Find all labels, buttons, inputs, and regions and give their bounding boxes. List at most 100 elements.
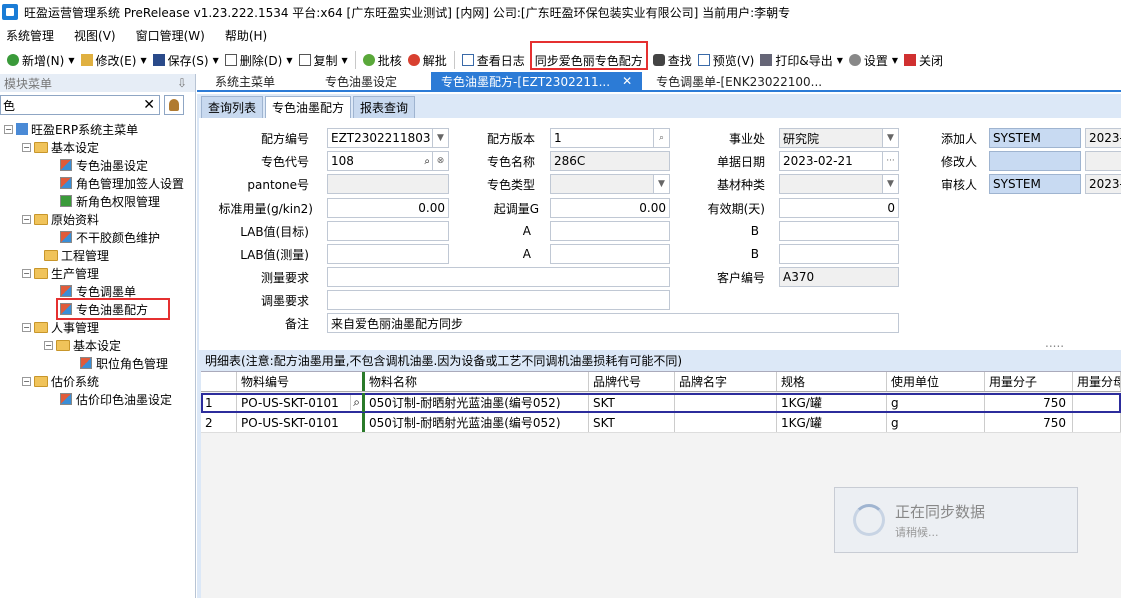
tree-hr-basic[interactable]: − 基本设定 — [44, 336, 121, 354]
lab-target-l-field[interactable] — [327, 221, 449, 241]
std-usage-label: 标准用量(g/kin2) — [218, 201, 313, 216]
table-row[interactable]: 1 PO-US-SKT-0101 ⌕ 050订制-耐晒射光蓝油墨(编号052) S… — [201, 393, 1121, 413]
close-tab-icon[interactable]: ✕ — [622, 74, 632, 88]
lab-measured-l-field[interactable] — [327, 244, 449, 264]
approve-button[interactable]: 批核 — [360, 48, 405, 72]
lab-target-b-field[interactable] — [779, 221, 899, 241]
spot-code-field[interactable]: 108 ⌕ ⊗ — [327, 151, 449, 171]
copy-button[interactable]: 复制 ▼ — [296, 48, 351, 72]
search-icon[interactable]: ⌕ — [350, 395, 360, 410]
delete-button[interactable]: 删除(D) ▼ — [222, 48, 296, 72]
collapse-icon[interactable]: − — [22, 376, 31, 386]
chevron-down-icon[interactable]: ▼ — [882, 175, 898, 193]
collapse-icon[interactable]: − — [22, 268, 31, 278]
form-icon — [60, 393, 72, 405]
sync-xrite-formula-button[interactable]: 同步爱色丽专色配方 — [529, 40, 648, 70]
formula-no-field[interactable]: EZT2302211803 ▼ — [327, 128, 449, 148]
col-brand-name[interactable]: 品牌名字 — [675, 372, 777, 391]
pantone-field[interactable] — [327, 174, 449, 194]
menu-help[interactable]: 帮助(H) — [225, 27, 267, 44]
tree-spot-ink-formula[interactable]: 专色油墨配方 — [56, 298, 170, 320]
app-icon — [2, 4, 18, 20]
table-row[interactable]: 2 PO-US-SKT-0101 050订制-耐晒射光蓝油墨(编号052) SK… — [201, 413, 1121, 433]
spot-name-label: 专色名称 — [486, 154, 535, 169]
settings-button[interactable]: 设置 ▼ — [846, 48, 901, 72]
pin-icon[interactable]: ⇩ — [177, 76, 187, 90]
tree-print-ink[interactable]: 估价印色油墨设定 — [60, 390, 172, 408]
chevron-down-icon[interactable]: ▼ — [653, 175, 669, 193]
user-icon-button[interactable] — [164, 95, 184, 115]
tab-report-query[interactable]: 报表查询 — [353, 96, 416, 118]
col-unit[interactable]: 使用单位 — [887, 372, 985, 391]
tree-engineering[interactable]: 工程管理 — [44, 246, 109, 264]
ellipsis-icon[interactable]: ··· — [882, 152, 898, 170]
menu-system[interactable]: 系统管理 — [6, 27, 54, 44]
tab-query-list[interactable]: 查询列表 — [201, 96, 264, 118]
col-material-no[interactable]: 物料编号 — [237, 372, 365, 391]
collapse-icon[interactable]: − — [22, 214, 31, 224]
lab-measured-a-field[interactable] — [550, 244, 670, 264]
lab-target-a-field[interactable] — [550, 221, 670, 241]
unapprove-button[interactable]: 解批 — [405, 48, 450, 72]
menu-window[interactable]: 窗口管理(W) — [136, 27, 205, 44]
tree-basic[interactable]: − 基本设定 — [22, 138, 99, 156]
measure-req-field[interactable] — [327, 267, 670, 287]
tab-main-menu[interactable]: 系统主菜单 — [197, 72, 315, 90]
col-spec[interactable]: 规格 — [777, 372, 887, 391]
gear-icon — [848, 54, 861, 66]
module-search-input[interactable]: 色 ✕ — [0, 95, 160, 115]
clear-icon[interactable]: ✕ — [143, 97, 155, 113]
close-button[interactable]: 关闭 — [901, 48, 946, 72]
search-icon[interactable]: ⌕ — [653, 129, 669, 147]
add-button[interactable]: 新增(N) ▼ — [4, 48, 78, 72]
spot-type-field[interactable]: ▼ — [550, 174, 670, 194]
tab-spot-ink-formula[interactable]: 专色油墨配方-[EZT2302211... ✕ — [431, 72, 643, 90]
col-material-name[interactable]: 物料名称 — [365, 372, 589, 391]
division-field[interactable]: 研究院 ▼ — [779, 128, 899, 148]
search-icon[interactable]: ⌕ — [424, 156, 430, 167]
col-brand-code[interactable]: 品牌代号 — [589, 372, 675, 391]
chevron-down-icon[interactable]: ▼ — [432, 129, 448, 147]
validity-field[interactable]: 0 — [779, 198, 899, 218]
chevron-down-icon: ▼ — [836, 55, 843, 65]
version-field[interactable]: 1 ⌕ — [550, 128, 670, 148]
tree-production[interactable]: − 生产管理 — [22, 264, 99, 282]
tree-raw-material[interactable]: − 原始资料 — [22, 210, 99, 228]
std-usage-field[interactable]: 0.00 — [327, 198, 449, 218]
tab-spot-mix-order[interactable]: 专色调墨单-[ENK23022100... — [642, 72, 832, 90]
tree-job-role[interactable]: 职位角色管理 — [80, 354, 168, 372]
substrate-field[interactable]: ▼ — [779, 174, 899, 194]
remark-field[interactable]: 来自爱色丽油墨配方同步 — [327, 313, 899, 333]
chevron-down-icon[interactable]: ▼ — [882, 129, 898, 147]
print-export-button[interactable]: 打印&导出 ▼ — [757, 48, 846, 72]
col-qty-numerator[interactable]: 用量分子 — [985, 372, 1073, 391]
find-button[interactable]: 查找 — [650, 48, 695, 72]
tab-spot-ink-setting[interactable]: 专色油墨设定 — [315, 72, 431, 90]
view-log-button[interactable]: 查看日志 — [459, 48, 528, 72]
tree-role-mgmt[interactable]: 角色管理加签人设置 — [60, 174, 184, 192]
tab-formula-detail[interactable]: 专色油墨配方 — [265, 96, 352, 118]
col-qty-denominator[interactable]: 用量分母 — [1073, 372, 1121, 391]
validity-label: 有效期(天) — [707, 201, 765, 216]
mix-req-field[interactable] — [327, 290, 670, 310]
menu-view[interactable]: 视图(V) — [74, 27, 116, 44]
collapse-icon[interactable]: − — [22, 142, 31, 152]
chevron-down-icon: ▼ — [891, 55, 899, 65]
tree-hr[interactable]: − 人事管理 — [22, 318, 99, 336]
collapse-icon[interactable]: − — [4, 124, 13, 134]
collapse-icon[interactable]: − — [44, 340, 53, 350]
tree-pricing[interactable]: − 估价系统 — [22, 372, 99, 390]
lab-measured-b-field[interactable] — [779, 244, 899, 264]
tree-spot-ink-setting[interactable]: 专色油墨设定 — [60, 156, 148, 174]
clear-icon[interactable]: ⊗ — [432, 152, 448, 170]
doc-date-field[interactable]: 2023-02-21 ··· — [779, 151, 899, 171]
module-menu-panel: 模块菜单 ⇩ 色 ✕ − 旺盈ERP系统主菜单 − 基本设定 专色油墨设定 角色管理加签… — [0, 74, 196, 598]
edit-button[interactable]: 修改(E) ▼ — [78, 48, 150, 72]
collapse-icon[interactable]: − — [22, 322, 31, 332]
tree-dry-color[interactable]: 不干胶颜色维护 — [60, 228, 160, 246]
tree-root[interactable]: − 旺盈ERP系统主菜单 — [4, 120, 138, 138]
tree-new-role-perm[interactable]: 新角色权限管理 — [60, 192, 160, 210]
preview-button[interactable]: 预览(V) — [695, 48, 758, 72]
start-mix-field[interactable]: 0.00 — [550, 198, 670, 218]
save-button[interactable]: 保存(S) ▼ — [150, 48, 222, 72]
